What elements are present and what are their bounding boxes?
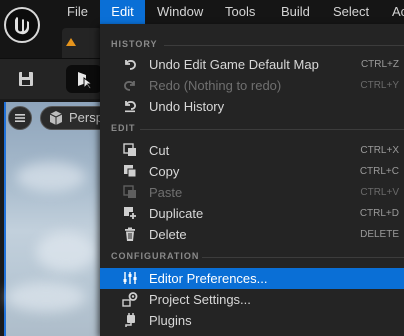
menu-item-label: Copy: [149, 164, 180, 179]
menu-item-label: Undo History: [149, 99, 225, 114]
trash-icon: [125, 227, 135, 241]
edit-menu-dropdown: HISTORY Undo Edit Game Default Map CTRL+…: [100, 24, 404, 336]
menu-item-label: Project Settings...: [149, 292, 251, 307]
level-tab-icon: [66, 38, 76, 46]
sliders-icon: [123, 272, 137, 284]
menu-edit[interactable]: Edit: [100, 0, 145, 24]
section-configuration-label: CONFIGURATION: [111, 251, 200, 261]
menu-item-label: Delete: [149, 227, 187, 242]
cube-icon: [49, 111, 63, 125]
menu-window[interactable]: Window: [157, 0, 203, 24]
menu-file[interactable]: File: [67, 0, 88, 24]
section-divider: [140, 129, 404, 130]
shortcut-label: CTRL+D: [359, 208, 399, 219]
menu-item-label: Cut: [149, 143, 170, 158]
copy-icon: [124, 165, 137, 178]
section-edit: EDIT: [100, 120, 404, 138]
shortcut-label: CTRL+X: [360, 145, 399, 156]
perspective-label: Persp: [69, 110, 103, 125]
perspective-button[interactable]: Persp: [40, 106, 104, 130]
shortcut-label: DELETE: [360, 229, 399, 240]
menu-item-label: Paste: [149, 185, 183, 200]
section-divider: [202, 257, 404, 258]
menu-item-cut[interactable]: Cut CTRL+X: [100, 140, 404, 161]
menu-item-plugins[interactable]: Plugins: [100, 310, 404, 331]
save-icon: [19, 72, 33, 86]
menu-item-duplicate[interactable]: Duplicate CTRL+D: [100, 203, 404, 224]
menu-item-paste[interactable]: Paste CTRL+V: [100, 182, 404, 203]
menu-select[interactable]: Select: [333, 0, 369, 24]
section-configuration: CONFIGURATION: [100, 248, 404, 266]
menu-actions-truncated[interactable]: Ac: [392, 0, 404, 24]
section-history: HISTORY: [100, 36, 404, 54]
menu-item-copy[interactable]: Copy CTRL+C: [100, 161, 404, 182]
plug-icon: [125, 313, 135, 327]
menu-tools[interactable]: Tools: [225, 0, 255, 24]
menu-item-undo[interactable]: Undo Edit Game Default Map CTRL+Z: [100, 54, 404, 75]
shortcut-label: CTRL+C: [359, 166, 399, 177]
shortcut-label: CTRL+Z: [360, 59, 399, 70]
section-edit-label: EDIT: [111, 123, 136, 133]
level-viewport[interactable]: [4, 102, 102, 336]
save-button[interactable]: [12, 65, 40, 93]
menu-bar: File Edit Window Tools Build Select Ac: [0, 0, 404, 24]
menu-item-delete[interactable]: Delete DELETE: [100, 224, 404, 245]
menu-item-project-settings[interactable]: Project Settings...: [100, 289, 404, 310]
menu-item-undo-history[interactable]: Undo History: [100, 96, 404, 117]
history-icon: [125, 101, 136, 113]
menu-item-label: Editor Preferences...: [149, 271, 268, 286]
section-divider: [164, 45, 404, 46]
menu-item-label: Plugins: [149, 313, 192, 328]
shortcut-label: CTRL+V: [360, 187, 399, 198]
settings-icon: [122, 292, 138, 307]
unreal-logo-icon[interactable]: [4, 7, 40, 43]
section-history-label: HISTORY: [111, 39, 158, 49]
shortcut-label: CTRL+Y: [360, 80, 399, 91]
select-mode-icon: [78, 72, 94, 90]
mode-select-button[interactable]: [66, 65, 102, 93]
menu-item-label: Undo Edit Game Default Map: [149, 57, 319, 72]
hamburger-icon: [15, 114, 25, 122]
redo-icon: [124, 81, 135, 91]
menu-item-label: Duplicate: [149, 206, 204, 221]
menu-item-label: Redo (Nothing to redo): [149, 78, 282, 93]
menu-build[interactable]: Build: [281, 0, 310, 24]
viewport-options-button[interactable]: [8, 106, 32, 130]
menu-item-redo[interactable]: Redo (Nothing to redo) CTRL+Y: [100, 75, 404, 96]
cut-icon: [123, 143, 136, 156]
menu-item-editor-preferences[interactable]: Editor Preferences...: [100, 268, 404, 289]
paste-icon: [123, 185, 136, 198]
duplicate-icon: [124, 207, 137, 220]
undo-icon: [125, 60, 136, 70]
